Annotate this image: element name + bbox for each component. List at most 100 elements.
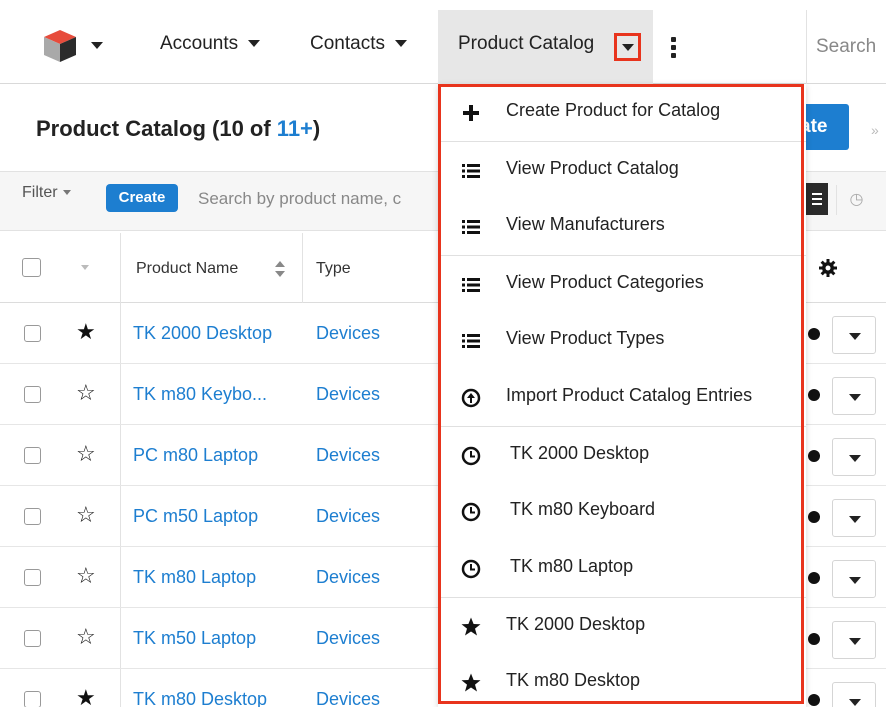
list-icon: [462, 334, 480, 348]
clock-icon: [461, 446, 481, 466]
chevron-down-icon: [622, 44, 634, 51]
column-header-product-name[interactable]: Product Name: [136, 260, 238, 278]
menu-item-import-entries[interactable]: Import Product Catalog Entries: [438, 369, 806, 426]
product-name-link[interactable]: TK 2000 Desktop: [133, 323, 272, 344]
row-checkbox[interactable]: [24, 508, 41, 525]
chevron-down-icon: [849, 638, 861, 645]
row-actions-dropdown[interactable]: [832, 377, 876, 415]
logo-menu-caret-icon[interactable]: [91, 42, 103, 49]
menu-item-label: TK 2000 Desktop: [510, 443, 650, 463]
row-actions-dropdown[interactable]: [832, 316, 876, 354]
favorite-star-outline-icon[interactable]: ☆: [76, 563, 96, 589]
nav-tab-product-catalog-label[interactable]: Product Catalog: [458, 33, 594, 55]
row-actions-dropdown[interactable]: [832, 682, 876, 707]
product-type-link[interactable]: Devices: [316, 628, 380, 649]
favorite-star-outline-icon[interactable]: ☆: [76, 441, 96, 467]
page-title-suffix: ): [312, 116, 321, 141]
preview-eye-icon[interactable]: [808, 511, 820, 523]
sort-icon[interactable]: [275, 261, 285, 277]
row-checkbox[interactable]: [24, 569, 41, 586]
select-all-checkbox[interactable]: [22, 258, 41, 277]
column-divider: [302, 233, 303, 303]
product-catalog-menu-toggle[interactable]: [614, 33, 641, 61]
nav-tab-accounts-label: Accounts: [160, 33, 239, 54]
chevron-down-icon: [849, 333, 861, 340]
double-chevron-right-icon[interactable]: »: [871, 122, 879, 138]
menu-item-favorite-record[interactable]: TK m80 Desktop: [438, 654, 806, 707]
row-checkbox[interactable]: [24, 325, 41, 342]
row-actions-dropdown[interactable]: [832, 438, 876, 476]
favorite-star-filled-icon[interactable]: ★: [76, 685, 96, 707]
filter-search-input[interactable]: Search by product name, c: [198, 189, 401, 209]
product-name-link[interactable]: TK m80 Keybo...: [133, 384, 267, 405]
favorite-star-outline-icon[interactable]: ☆: [76, 502, 96, 528]
product-type-link[interactable]: Devices: [316, 445, 380, 466]
app-logo-cube-icon[interactable]: [40, 28, 80, 64]
row-checkbox[interactable]: [24, 386, 41, 403]
filter-dropdown[interactable]: Filter: [22, 184, 71, 202]
filter-dropdown-label: Filter: [22, 184, 58, 201]
menu-item-recent-record[interactable]: TK m80 Laptop: [438, 540, 806, 597]
product-name-link[interactable]: TK m80 Laptop: [133, 567, 256, 588]
chevron-down-icon: [849, 516, 861, 523]
menu-item-recent-record[interactable]: TK 2000 Desktop: [438, 426, 806, 483]
product-catalog-dropdown-menu: Create Product for Catalog View Product …: [438, 84, 806, 707]
row-actions-dropdown[interactable]: [832, 499, 876, 537]
menu-item-view-product-types[interactable]: View Product Types: [438, 312, 806, 369]
mass-action-caret-icon[interactable]: [81, 265, 89, 270]
favorite-star-filled-icon[interactable]: ★: [76, 319, 96, 345]
clock-icon: [461, 502, 481, 522]
row-actions-dropdown[interactable]: [832, 560, 876, 598]
favorite-star-outline-icon[interactable]: ☆: [76, 624, 96, 650]
menu-item-recent-record[interactable]: TK m80 Keyboard: [438, 483, 806, 540]
preview-eye-icon[interactable]: [808, 389, 820, 401]
more-tabs-kebab-icon[interactable]: [671, 37, 677, 59]
menu-item-label: TK m80 Desktop: [506, 670, 641, 690]
product-name-link[interactable]: PC m80 Laptop: [133, 445, 258, 466]
chevron-down-icon: [849, 699, 861, 706]
global-search-input[interactable]: Search: [816, 36, 876, 58]
row-checkbox[interactable]: [24, 447, 41, 464]
preview-eye-icon[interactable]: [808, 572, 820, 584]
preview-eye-icon[interactable]: [808, 694, 820, 706]
product-type-link[interactable]: Devices: [316, 323, 380, 344]
list-icon: [462, 278, 480, 292]
plus-icon: [463, 105, 479, 121]
activity-stream-clock-icon[interactable]: ◷: [836, 185, 876, 215]
product-type-link[interactable]: Devices: [316, 689, 380, 707]
filter-create-button[interactable]: Create: [106, 184, 178, 212]
page-title-text: Product Catalog (10 of: [36, 116, 277, 141]
menu-item-create-product[interactable]: Create Product for Catalog: [438, 84, 806, 141]
row-actions-dropdown[interactable]: [832, 621, 876, 659]
column-header-type[interactable]: Type: [316, 260, 351, 278]
favorite-star-outline-icon[interactable]: ☆: [76, 380, 96, 406]
product-name-link[interactable]: PC m50 Laptop: [133, 506, 258, 527]
menu-item-view-manufacturers[interactable]: View Manufacturers: [438, 198, 806, 255]
row-checkbox[interactable]: [24, 630, 41, 647]
product-type-link[interactable]: Devices: [316, 567, 380, 588]
product-type-link[interactable]: Devices: [316, 384, 380, 405]
nav-divider: [806, 10, 807, 84]
chevron-down-icon[interactable]: [394, 40, 407, 48]
menu-item-view-product-categories[interactable]: View Product Categories: [438, 255, 806, 312]
nav-tab-contacts[interactable]: Contacts: [310, 33, 407, 55]
record-count-link[interactable]: 11+: [277, 116, 313, 141]
menu-item-label: View Product Categories: [506, 272, 704, 292]
top-navigation-bar: Accounts Contacts Product Catalog Search: [0, 0, 886, 84]
preview-eye-icon[interactable]: [808, 450, 820, 462]
chevron-down-icon[interactable]: [248, 40, 261, 48]
clock-icon: [461, 559, 481, 579]
gear-icon[interactable]: [818, 258, 838, 278]
menu-item-favorite-record[interactable]: TK 2000 Desktop: [438, 597, 806, 654]
product-name-link[interactable]: TK m80 Desktop: [133, 689, 267, 707]
menu-item-label: TK 2000 Desktop: [506, 614, 646, 634]
product-name-link[interactable]: TK m50 Laptop: [133, 628, 256, 649]
row-checkbox[interactable]: [24, 691, 41, 707]
preview-eye-icon[interactable]: [808, 633, 820, 645]
list-view-icon[interactable]: [806, 183, 828, 215]
menu-item-label: Create Product for Catalog: [506, 100, 721, 120]
preview-eye-icon[interactable]: [808, 328, 820, 340]
product-type-link[interactable]: Devices: [316, 506, 380, 527]
menu-item-view-product-catalog[interactable]: View Product Catalog: [438, 141, 806, 198]
nav-tab-accounts[interactable]: Accounts: [160, 33, 261, 55]
